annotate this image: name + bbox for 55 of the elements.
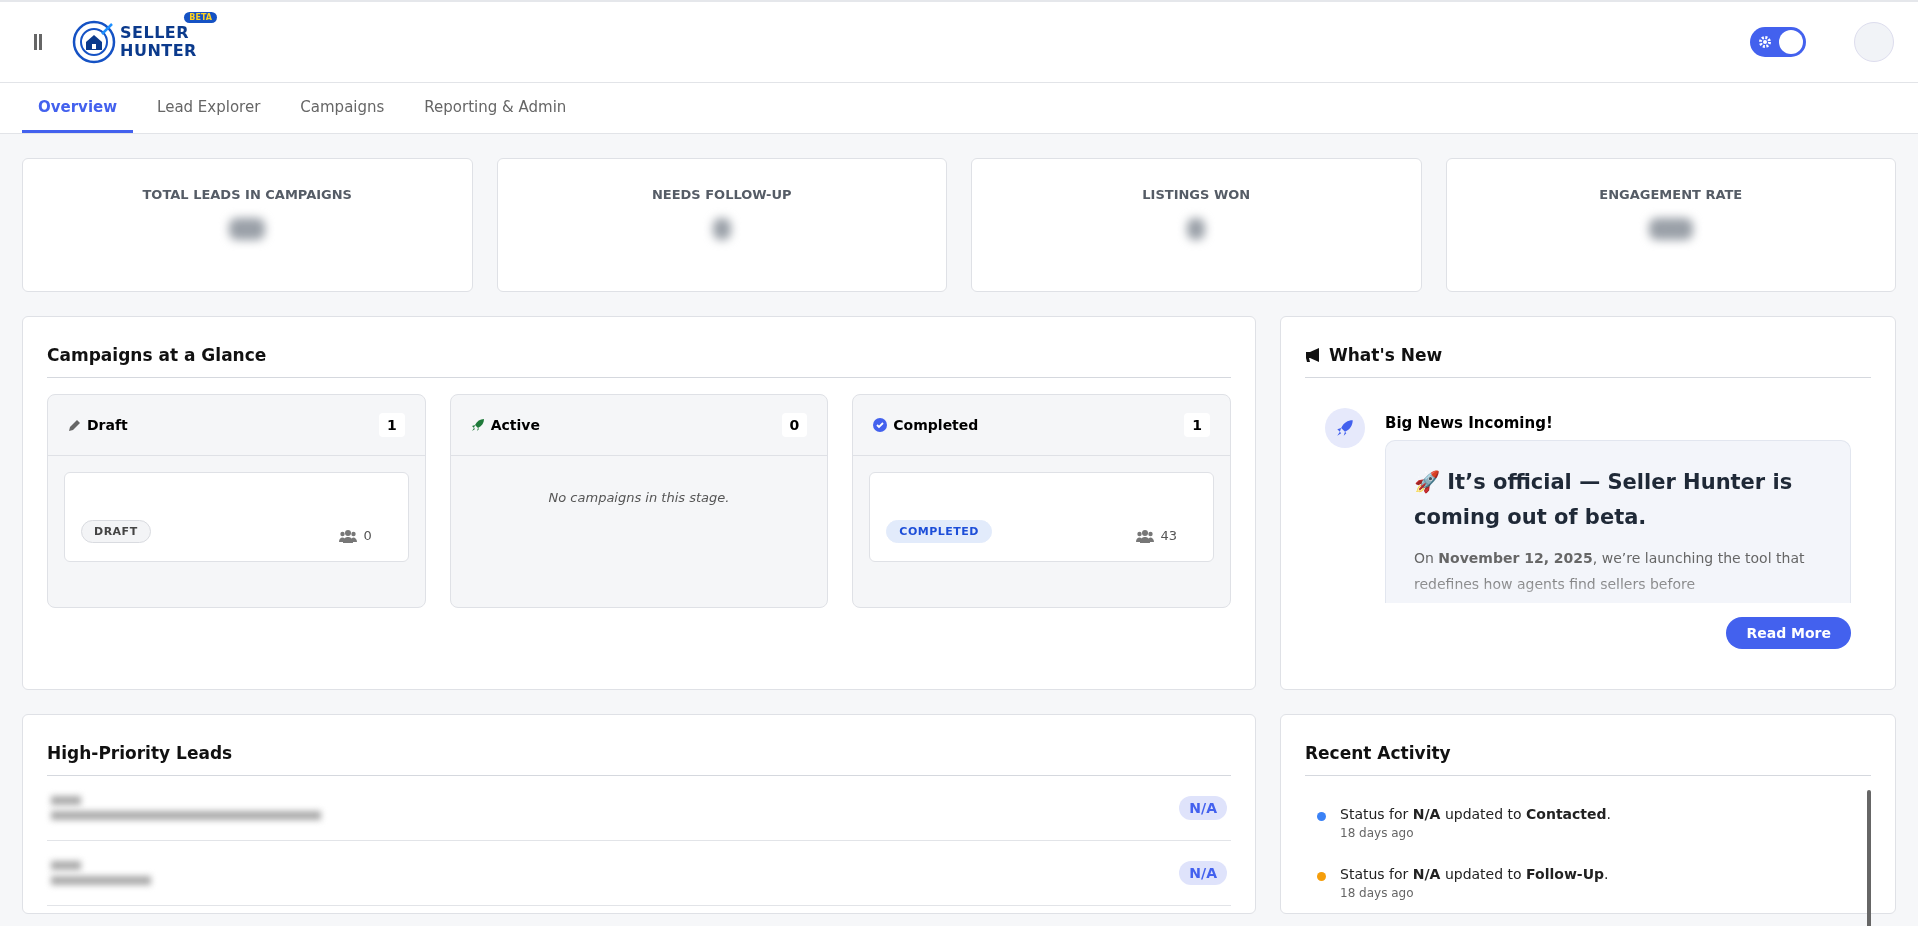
rocket-icon <box>1325 408 1365 448</box>
blurred-value <box>1187 218 1206 240</box>
activity-time: 18 days ago <box>1340 826 1415 840</box>
logo-text: HUNTER <box>120 42 197 60</box>
nav-tab[interactable]: Overview <box>22 83 134 133</box>
blurred-value <box>229 218 266 240</box>
status-badge: COMPLETED <box>886 520 992 543</box>
panel-title: Recent Activity <box>1305 737 1871 776</box>
count-badge: 0 <box>781 413 808 437</box>
news-body: On November 12, 2025, we’re launching the tool that redefines how agents find sellers before <box>1414 549 1806 594</box>
pencil-icon <box>68 418 81 432</box>
contact-count: 0 <box>363 528 372 543</box>
beta-badge: BETA <box>184 12 217 23</box>
blurred-value <box>1648 218 1693 240</box>
contact-count: 43 <box>1160 528 1177 543</box>
panel-title: High-Priority Leads <box>47 737 1231 776</box>
read-more-button[interactable]: Read More <box>1726 617 1851 649</box>
logo-text: SELLER <box>120 24 191 42</box>
rocket-icon <box>470 418 485 432</box>
activity-time: 18 days ago <box>1340 886 1415 900</box>
people-icon <box>1136 528 1155 543</box>
stat-label: TOTAL LEADS IN CAMPAIGNS <box>142 187 352 202</box>
blurred-text <box>51 861 81 870</box>
activity-text: Status for N/A updated to Contacted. <box>1340 806 1612 822</box>
scrollbar[interactable] <box>1867 790 1871 926</box>
campaign-card[interactable]: DRAFT 0 <box>64 472 409 562</box>
priority-badge: N/A <box>1179 796 1227 820</box>
nav-tab[interactable]: Campaigns <box>284 83 401 133</box>
count-badge: 1 <box>1184 413 1210 437</box>
people-icon <box>339 528 358 543</box>
panel-title: Campaigns at a Glance <box>47 339 1231 378</box>
sidebar-toggle-icon[interactable] <box>34 34 42 50</box>
nav-tab[interactable]: Lead Explorer <box>141 83 277 133</box>
stat-label: LISTINGS WON <box>1142 187 1251 202</box>
target-house-icon <box>72 20 116 64</box>
gear-icon <box>1758 35 1772 49</box>
column-title: Completed <box>893 417 980 433</box>
stat-label: ENGAGEMENT RATE <box>1599 187 1743 202</box>
panel-title: What's New <box>1329 345 1443 365</box>
empty-message: No campaigns in this stage. <box>547 490 731 505</box>
campaign-card[interactable]: COMPLETED 43 <box>869 472 1214 562</box>
status-badge: DRAFT <box>81 520 151 543</box>
check-circle-icon <box>873 418 888 432</box>
nav-tab[interactable]: Reporting & Admin <box>408 83 583 133</box>
news-headline: 🚀 It’s official — Seller Hunter is coming out of beta. <box>1414 469 1794 531</box>
activity-text: Status for N/A updated to Follow-Up. <box>1340 866 1609 882</box>
column-title: Draft <box>87 417 129 433</box>
stat-label: NEEDS FOLLOW-UP <box>651 187 792 202</box>
priority-badge: N/A <box>1179 861 1227 885</box>
column-title: Active <box>490 417 541 433</box>
count-badge: 1 <box>378 413 405 437</box>
news-title: Big News Incoming! <box>1385 414 1554 432</box>
theme-toggle[interactable] <box>1750 27 1806 57</box>
blurred-text <box>51 796 81 805</box>
blurred-value <box>712 218 731 240</box>
